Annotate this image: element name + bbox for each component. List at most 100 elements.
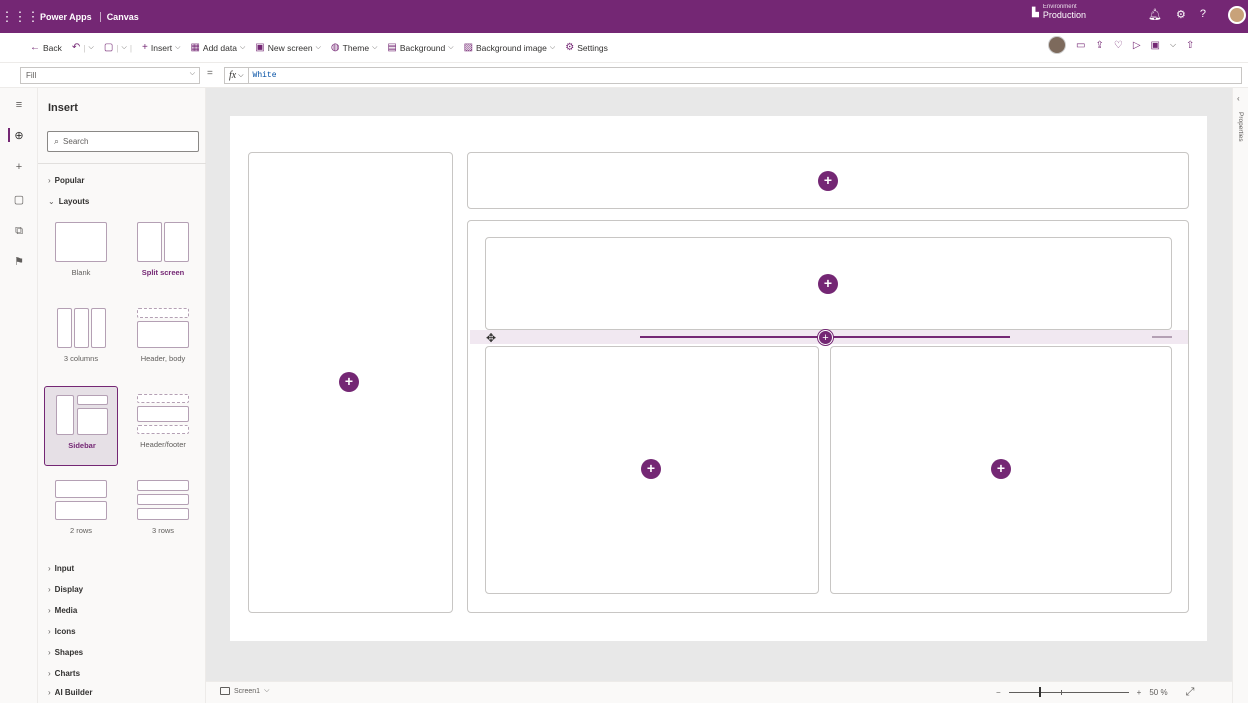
formula-value[interactable]: White (249, 71, 277, 80)
zoom-slider[interactable] (1008, 687, 1129, 697)
category-popular[interactable]: › Popular (48, 176, 84, 185)
header-footer-layout-icon (137, 394, 189, 434)
theme-button[interactable]: ◍ Theme ⌵ (331, 42, 378, 53)
environment-icon: ▙ (1032, 6, 1039, 17)
advanced-tools-icon[interactable]: ⚑ (0, 250, 38, 272)
properties-label: Properties (1237, 112, 1244, 142)
plus-icon: + (142, 42, 148, 53)
chevron-down-icon: ⌵ (372, 43, 378, 51)
zoom-level: 50 % (1149, 688, 1168, 697)
pane-title: Insert (48, 102, 78, 114)
split-screen-layout-icon (137, 222, 189, 262)
layout-tile-3-rows[interactable]: 3 rows (126, 472, 200, 552)
layout-tile-2-rows[interactable]: 2 rows (44, 472, 118, 552)
fit-to-window-icon[interactable]: ⤢ (1186, 686, 1195, 699)
equals-icon: = (207, 68, 213, 79)
tree-view-icon[interactable]: ≡ (0, 94, 38, 116)
add-to-bottom-right-plus-icon[interactable]: + (991, 459, 1011, 479)
back-button[interactable]: ← Back (30, 42, 62, 53)
clipboard-icon: ▢ (103, 42, 114, 53)
add-to-header-plus-icon[interactable]: + (818, 171, 838, 191)
save-chevron-icon[interactable]: ⌵ (1170, 40, 1176, 50)
settings-button[interactable]: ⚙ Settings (565, 42, 608, 53)
environment-name: Production (1042, 10, 1086, 20)
layout-tile-3-columns[interactable]: 3 columns (44, 300, 118, 380)
chevron-right-icon: › (48, 606, 51, 615)
add-data-button[interactable]: ▦ Add data ⌵ (190, 42, 245, 53)
divider-dash (1152, 336, 1172, 338)
chevron-down-icon: ⌄ (48, 197, 55, 206)
screen-icon (220, 687, 230, 695)
new-screen-button[interactable]: ▣ New screen ⌵ (255, 42, 321, 53)
app-checker-icon[interactable]: ♡ (1114, 40, 1123, 51)
save-icon[interactable]: ▣ (1151, 40, 1160, 51)
category-charts[interactable]: › Charts (48, 669, 80, 678)
fx-button[interactable]: fx ⌵ (225, 68, 249, 83)
background-image-button[interactable]: ▨ Background image ⌵ (464, 42, 556, 53)
add-to-bottom-left-plus-icon[interactable]: + (641, 459, 661, 479)
layout-tile-split-screen[interactable]: Split screen (126, 214, 200, 294)
paste-chevron-icon[interactable]: ⌵ (122, 44, 127, 52)
publish-icon[interactable]: ⇧ (1186, 40, 1194, 51)
notifications-icon[interactable]: 🔔︎ (1148, 8, 1162, 21)
share-icon[interactable]: ⇪ (1095, 40, 1103, 51)
category-media[interactable]: › Media (48, 606, 77, 615)
layout-tile-header-footer[interactable]: Header/footer (126, 386, 200, 466)
category-display[interactable]: › Display (48, 585, 83, 594)
three-columns-layout-icon (55, 308, 107, 348)
media-rail-icon[interactable]: ⧉ (0, 220, 38, 242)
chevron-right-icon: › (48, 648, 51, 657)
chevron-left-icon[interactable]: ‹ (1237, 94, 1240, 103)
command-bar: ← Back ↶ | ⌵ ▢ | ⌵ | + Insert ⌵ ▦ Add data… (0, 33, 1248, 62)
new-screen-icon: ▣ (255, 42, 265, 53)
paste-button[interactable]: ▢ | ⌵ | (104, 42, 132, 53)
add-to-main-top-plus-icon[interactable]: + (818, 274, 838, 294)
split-divider-handle-icon[interactable]: + (818, 330, 833, 345)
comments-icon[interactable]: ▭ (1076, 40, 1085, 51)
chevron-down-icon: ⌵ (264, 687, 270, 694)
category-layouts[interactable]: ⌄ Layouts (48, 197, 89, 206)
top-header: ⋮⋮⋮ Power Apps Canvas ▙ Environment Prod… (0, 0, 1248, 33)
layout-tile-sidebar[interactable]: Sidebar (44, 386, 118, 466)
layout-tile-blank[interactable]: Blank (44, 214, 118, 294)
category-shapes[interactable]: › Shapes (48, 648, 83, 657)
zoom-slider-thumb[interactable] (1038, 687, 1041, 697)
chevron-down-icon: ⌵ (238, 71, 244, 79)
search-input[interactable]: ⌕ Search (47, 131, 199, 152)
chevron-down-icon: ⌵ (175, 43, 181, 51)
background-button[interactable]: ▤ Background ⌵ (387, 42, 453, 53)
three-rows-layout-icon (137, 480, 189, 520)
undo-chevron-icon[interactable]: ⌵ (89, 44, 94, 52)
properties-rail[interactable]: ‹ Properties (1232, 88, 1248, 703)
chevron-down-icon: ⌵ (189, 70, 195, 77)
chevron-right-icon: › (48, 669, 51, 678)
zoom-out-icon[interactable]: − (996, 688, 1001, 697)
undo-icon: ↶ (71, 42, 81, 53)
category-input[interactable]: › Input (48, 564, 74, 573)
user-avatar[interactable] (1228, 6, 1246, 24)
settings-gear-icon[interactable]: ⚙ (1176, 8, 1186, 21)
add-to-sidebar-plus-icon[interactable]: + (339, 372, 359, 392)
category-ai-builder[interactable]: › AI Builder (48, 688, 92, 697)
help-icon[interactable]: ? (1200, 8, 1206, 21)
insert-rail-icon[interactable]: ⊕ (0, 124, 38, 146)
formula-input[interactable]: fx ⌵ White (224, 67, 1242, 84)
chevron-down-icon: ⌵ (448, 43, 454, 51)
app-name[interactable]: Power Apps (40, 11, 101, 22)
property-dropdown[interactable]: Fill ⌵ (20, 67, 200, 84)
data-rail-icon[interactable]: ▢ (0, 188, 38, 210)
category-icons[interactable]: › Icons (48, 627, 76, 636)
zoom-in-icon[interactable]: + (1137, 688, 1142, 697)
preview-play-icon[interactable]: ▷ (1133, 40, 1141, 51)
undo-button[interactable]: ↶ | ⌵ (72, 42, 94, 53)
add-rail-icon[interactable]: + (0, 156, 38, 178)
blank-layout-icon (55, 222, 107, 262)
layout-tile-header-body[interactable]: Header, body (126, 300, 200, 380)
insert-button[interactable]: + Insert ⌵ (142, 42, 180, 53)
sidebar-layout-icon (56, 395, 108, 435)
collaborator-avatar[interactable] (1048, 36, 1066, 54)
screen-selector[interactable]: Screen1 ⌵ (220, 687, 269, 695)
app-launcher-icon[interactable]: ⋮⋮⋮ (0, 0, 40, 33)
move-cursor-icon: ✥ (486, 331, 497, 345)
environment-picker[interactable]: ▙ Environment Production (1032, 4, 1086, 20)
